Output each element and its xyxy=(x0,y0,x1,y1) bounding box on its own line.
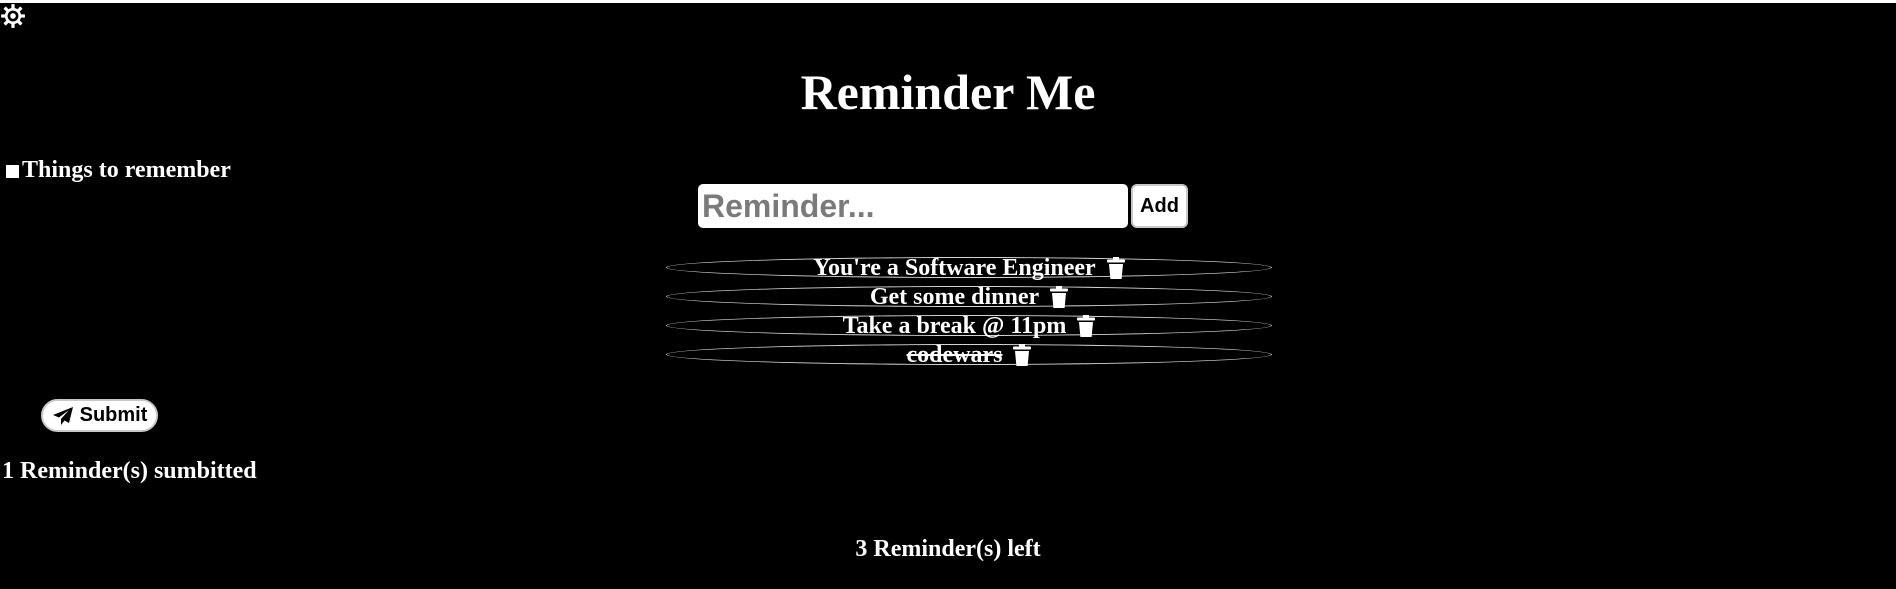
page-title: Reminder Me xyxy=(800,64,1096,120)
list-item: Take a break @ 11pm xyxy=(666,311,1272,340)
reminder-text-completed[interactable]: codewars xyxy=(907,341,1003,369)
add-button[interactable]: Add xyxy=(1131,184,1188,228)
square-bullet-icon xyxy=(6,164,19,178)
remaining-count: 3 Reminder(s) left xyxy=(855,536,1041,562)
list-item: Get some dinner xyxy=(666,282,1272,311)
reminder-form: Add xyxy=(698,184,1188,228)
reminder-text[interactable]: You're a Software Engineer xyxy=(813,254,1095,282)
trash-icon[interactable] xyxy=(1106,256,1125,279)
trash-icon[interactable] xyxy=(1013,343,1032,366)
reminder-input[interactable] xyxy=(698,184,1128,228)
trash-icon[interactable] xyxy=(1050,285,1069,308)
things-to-remember-label: Things to remember xyxy=(6,156,231,184)
reminder-list: You're a Software Engineer Get some dinn… xyxy=(666,253,1272,369)
list-item: You're a Software Engineer xyxy=(666,253,1272,282)
list-item: codewars xyxy=(666,340,1272,369)
paper-plane-icon xyxy=(52,406,73,425)
submit-button[interactable]: Submit xyxy=(41,399,158,432)
sidebar-label-text: Things to remember xyxy=(22,157,231,183)
reminder-text[interactable]: Take a break @ 11pm xyxy=(843,312,1067,340)
submitted-count: 1 Reminder(s) sumbitted xyxy=(2,458,257,484)
gear-icon[interactable] xyxy=(0,3,26,29)
trash-icon[interactable] xyxy=(1077,314,1096,337)
reminder-text[interactable]: Get some dinner xyxy=(870,283,1039,311)
submit-label: Submit xyxy=(79,404,148,426)
